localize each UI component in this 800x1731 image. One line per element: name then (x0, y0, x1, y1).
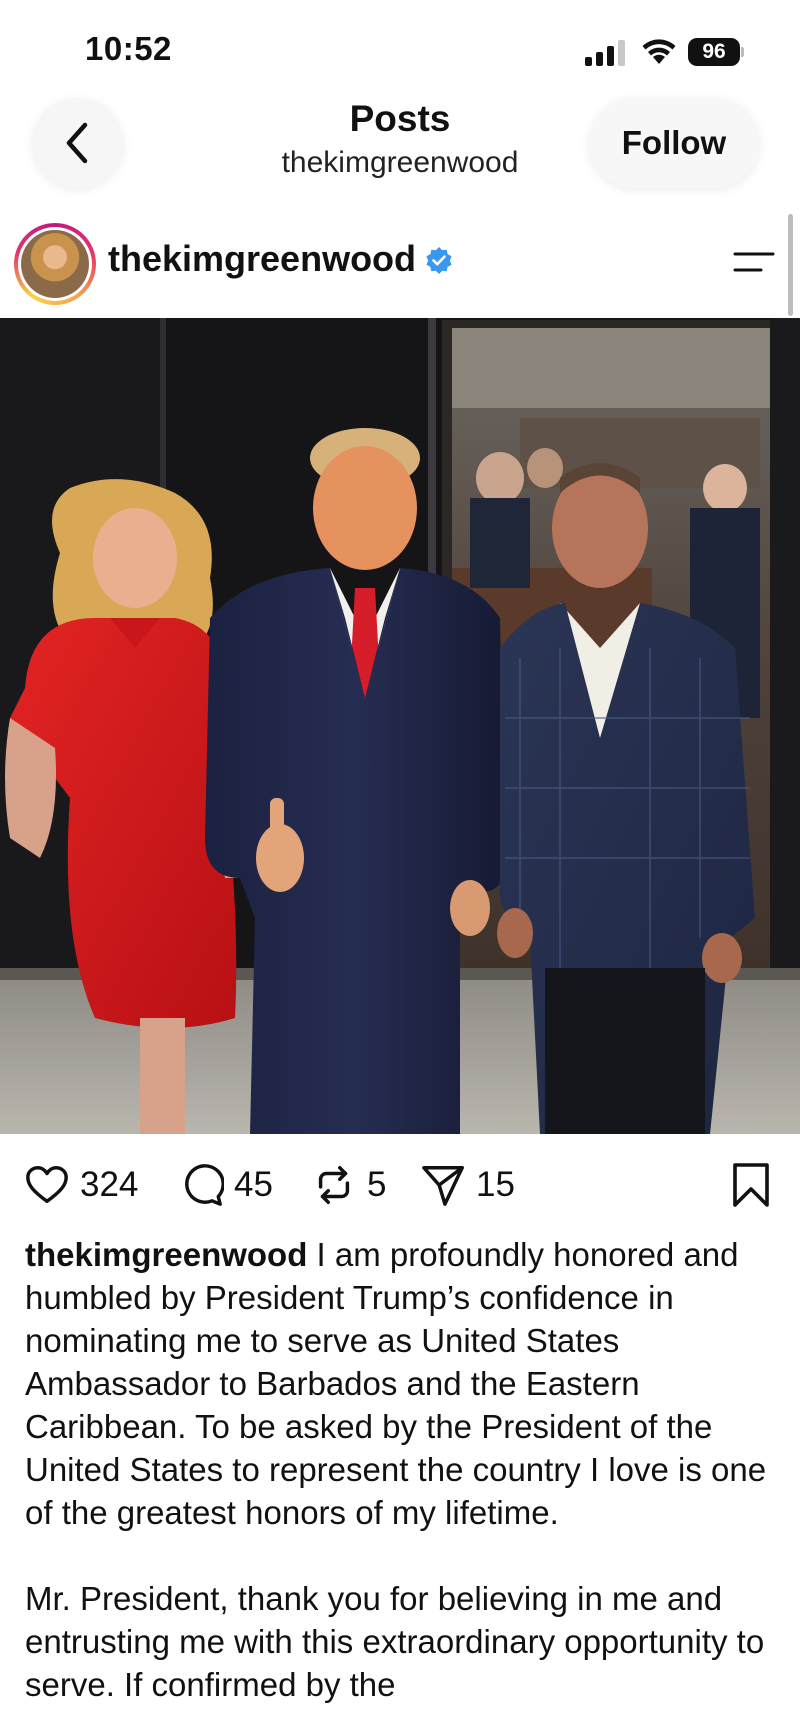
send-icon (422, 1166, 464, 1206)
comment-button[interactable]: 45 (178, 1160, 273, 1210)
cellular-signal-icon (585, 40, 625, 66)
caption-text: I am profoundly honored and humbled by P… (25, 1236, 767, 1531)
status-time: 10:52 (85, 30, 172, 67)
post-header: thekimgreenwood (0, 220, 800, 310)
share-button[interactable]: 15 (420, 1160, 515, 1210)
posts-header: Posts thekimgreenwood Follow (0, 90, 800, 200)
heart-icon (26, 1166, 68, 1204)
bookmark-icon[interactable] (731, 1162, 771, 1208)
battery-icon: 96 (688, 38, 744, 66)
repost-icon (318, 1166, 350, 1204)
repost-button[interactable]: 5 (311, 1160, 386, 1210)
page-title: Posts (349, 98, 451, 139)
caption-text-paragraph-2: Mr. President, thank you for believing i… (25, 1580, 765, 1703)
comment-icon (185, 1164, 224, 1206)
repost-count: 5 (367, 1165, 387, 1204)
like-count: 324 (80, 1165, 139, 1204)
battery-level: 96 (702, 40, 726, 63)
wifi-icon (642, 39, 676, 64)
scrollbar[interactable] (788, 214, 793, 316)
follow-button[interactable]: Follow (589, 98, 759, 188)
avatar[interactable] (14, 223, 96, 305)
share-count: 15 (476, 1165, 515, 1204)
post-actions: 324 45 5 15 (0, 1160, 800, 1210)
menu-icon[interactable] (733, 250, 775, 274)
back-button[interactable] (33, 98, 123, 188)
status-bar: 10:52 96 (0, 0, 800, 100)
chevron-left-icon (66, 122, 88, 164)
post-caption: thekimgreenwood I am profoundly honored … (25, 1233, 785, 1706)
caption-username[interactable]: thekimgreenwood (25, 1236, 307, 1273)
verified-badge-icon (426, 247, 452, 274)
comment-count: 45 (234, 1165, 273, 1204)
post-author-username[interactable]: thekimgreenwood (108, 238, 416, 280)
like-button[interactable]: 324 (24, 1160, 138, 1210)
post-photo[interactable] (0, 318, 800, 1134)
page-subtitle-username[interactable]: thekimgreenwood (200, 146, 600, 180)
post-photo-image (0, 318, 800, 1134)
